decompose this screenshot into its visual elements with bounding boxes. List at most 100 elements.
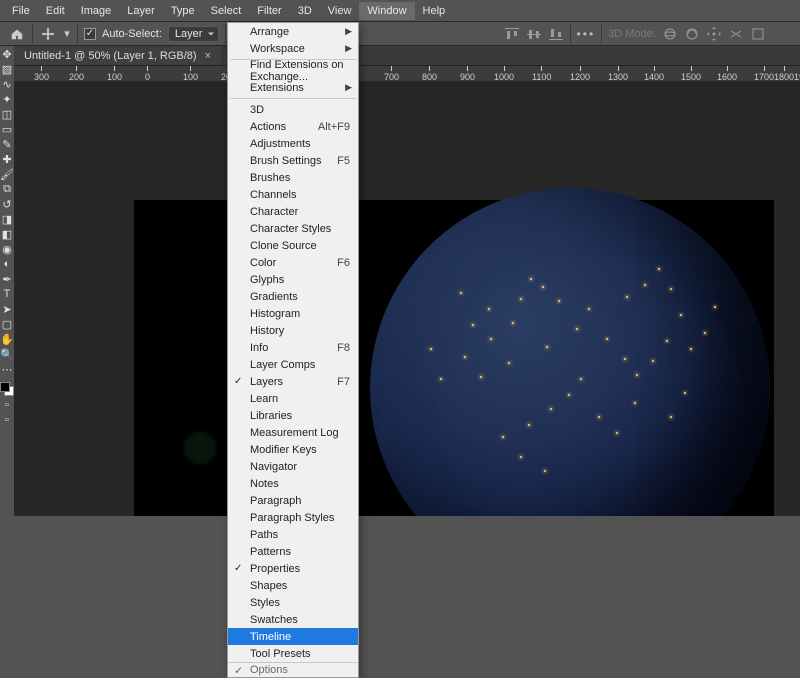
menu-item-patterns[interactable]: Patterns xyxy=(228,543,358,560)
zoom-tool[interactable]: 🔍 xyxy=(1,348,13,360)
menu-item-swatches[interactable]: Swatches xyxy=(228,611,358,628)
menu-item-paragraph[interactable]: Paragraph xyxy=(228,492,358,509)
lasso-tool[interactable]: ∿ xyxy=(1,78,13,90)
menu-help[interactable]: Help xyxy=(415,2,454,20)
zoom-3d-icon[interactable] xyxy=(750,26,766,42)
menu-item-tool-presets[interactable]: Tool Presets xyxy=(228,645,358,662)
menu-type[interactable]: Type xyxy=(163,2,203,20)
align-top-icon[interactable] xyxy=(504,26,520,42)
menu-item-label: Brushes xyxy=(250,172,290,184)
rectangle-tool[interactable]: ▢ xyxy=(1,318,13,330)
auto-select-dropdown[interactable]: Layer xyxy=(168,26,220,42)
menu-item-layers[interactable]: ✓LayersF7 xyxy=(228,373,358,390)
menu-item-character[interactable]: Character xyxy=(228,203,358,220)
menu-item-character-styles[interactable]: Character Styles xyxy=(228,220,358,237)
menu-item-clone-source[interactable]: Clone Source xyxy=(228,237,358,254)
menu-item-label: Gradients xyxy=(250,291,298,303)
menu-separator xyxy=(230,98,356,99)
align-bottom-icon[interactable] xyxy=(548,26,564,42)
close-icon[interactable]: × xyxy=(205,50,211,62)
menu-file[interactable]: File xyxy=(4,2,38,20)
menu-item-history[interactable]: History xyxy=(228,322,358,339)
home-icon[interactable] xyxy=(8,25,26,43)
wand-tool[interactable]: ✦ xyxy=(1,93,13,105)
menu-item-label: Layer Comps xyxy=(250,359,315,371)
menu-item-libraries[interactable]: Libraries xyxy=(228,407,358,424)
menu-item-arrange[interactable]: Arrange▶ xyxy=(228,23,358,40)
type-tool[interactable]: T xyxy=(1,288,13,300)
menu-item-brush-settings[interactable]: Brush SettingsF5 xyxy=(228,152,358,169)
slide-3d-icon[interactable] xyxy=(728,26,744,42)
pan-3d-icon[interactable] xyxy=(706,26,722,42)
menu-item-label: Timeline xyxy=(250,631,291,643)
menu-item-extensions[interactable]: Extensions▶ xyxy=(228,79,358,96)
menu-edit[interactable]: Edit xyxy=(38,2,73,20)
roll-3d-icon[interactable] xyxy=(684,26,700,42)
shortcut-label: F5 xyxy=(337,155,350,167)
menu-view[interactable]: View xyxy=(320,2,360,20)
menu-window[interactable]: Window xyxy=(359,2,414,20)
menu-item-shapes[interactable]: Shapes xyxy=(228,577,358,594)
brush-tool[interactable]: 🖌 xyxy=(1,168,13,180)
menu-item-color[interactable]: ColorF6 xyxy=(228,254,358,271)
menu-item-label: Character Styles xyxy=(250,223,331,235)
marquee-tool[interactable]: ▧ xyxy=(1,63,13,75)
eyedropper-tool[interactable]: ✎ xyxy=(1,138,13,150)
stamp-tool[interactable]: ⧉ xyxy=(1,183,13,195)
menu-item-properties[interactable]: ✓Properties xyxy=(228,560,358,577)
menu-item-layer-comps[interactable]: Layer Comps xyxy=(228,356,358,373)
align-more-icon[interactable]: ••• xyxy=(577,27,596,41)
menu-item-find-extensions-on-exchange-[interactable]: Find Extensions on Exchange... xyxy=(228,62,358,79)
menu-item-info[interactable]: InfoF8 xyxy=(228,339,358,356)
frame-tool[interactable]: ▭ xyxy=(1,123,13,135)
menu-item-measurement-log[interactable]: Measurement Log xyxy=(228,424,358,441)
menu-3d[interactable]: 3D xyxy=(290,2,320,20)
history-brush-tool[interactable]: ↺ xyxy=(1,198,13,210)
hand-tool[interactable]: ✋ xyxy=(1,333,13,345)
quickmask-button[interactable]: ▫ xyxy=(1,399,13,411)
menu-item-options-cutoff[interactable]: ✓Options xyxy=(228,662,358,677)
screenmode-button[interactable]: ▫ xyxy=(1,414,13,426)
crop-tool[interactable]: ◫ xyxy=(1,108,13,120)
menu-item-channels[interactable]: Channels xyxy=(228,186,358,203)
auto-select-checkbox[interactable] xyxy=(84,28,96,40)
menu-filter[interactable]: Filter xyxy=(249,2,289,20)
menu-item-adjustments[interactable]: Adjustments xyxy=(228,135,358,152)
menu-item-brushes[interactable]: Brushes xyxy=(228,169,358,186)
orbit-3d-icon[interactable] xyxy=(662,26,678,42)
menu-image[interactable]: Image xyxy=(73,2,120,20)
menu-item-gradients[interactable]: Gradients xyxy=(228,288,358,305)
menu-item-notes[interactable]: Notes xyxy=(228,475,358,492)
menu-item-paragraph-styles[interactable]: Paragraph Styles xyxy=(228,509,358,526)
menu-item-workspace[interactable]: Workspace▶ xyxy=(228,40,358,57)
menu-layer[interactable]: Layer xyxy=(119,2,163,20)
move-tool-icon[interactable] xyxy=(39,25,57,43)
menu-item-learn[interactable]: Learn xyxy=(228,390,358,407)
menu-item-3d[interactable]: 3D xyxy=(228,101,358,118)
foreground-background-swatch[interactable] xyxy=(0,382,14,396)
menu-item-histogram[interactable]: Histogram xyxy=(228,305,358,322)
pen-tool[interactable]: ✒ xyxy=(1,273,13,285)
menu-item-glyphs[interactable]: Glyphs xyxy=(228,271,358,288)
menu-item-label: 3D xyxy=(250,104,264,116)
menu-item-paths[interactable]: Paths xyxy=(228,526,358,543)
gradient-tool[interactable]: ◧ xyxy=(1,228,13,240)
options-bar: ▾ Auto-Select: Layer Show Transform C ••… xyxy=(0,22,800,46)
menu-item-timeline[interactable]: Timeline xyxy=(228,628,358,645)
city-light xyxy=(480,376,482,378)
move-tool[interactable]: ✥ xyxy=(1,48,13,60)
edit-toolbar-tool[interactable]: ⋯ xyxy=(1,363,13,375)
align-vcenter-icon[interactable] xyxy=(526,26,542,42)
heal-tool[interactable]: ✚ xyxy=(1,153,13,165)
eraser-tool[interactable]: ◨ xyxy=(1,213,13,225)
document-tab[interactable]: Untitled-1 @ 50% (Layer 1, RGB/8) × xyxy=(14,47,221,65)
blur-tool[interactable]: ◉ xyxy=(1,243,13,255)
chevron-down-icon[interactable]: ▾ xyxy=(63,25,71,43)
menu-select[interactable]: Select xyxy=(203,2,250,20)
menu-item-modifier-keys[interactable]: Modifier Keys xyxy=(228,441,358,458)
dodge-tool[interactable]: ◐ xyxy=(1,258,13,270)
menu-item-styles[interactable]: Styles xyxy=(228,594,358,611)
path-select-tool[interactable]: ➤ xyxy=(1,303,13,315)
menu-item-navigator[interactable]: Navigator xyxy=(228,458,358,475)
menu-item-actions[interactable]: ActionsAlt+F9 xyxy=(228,118,358,135)
